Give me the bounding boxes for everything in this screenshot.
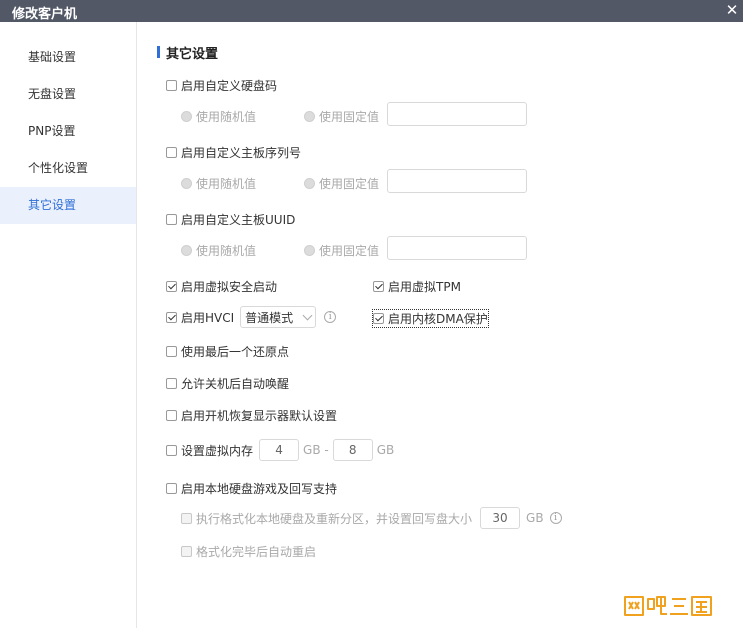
custom-board-uuid-checkbox[interactable]: [166, 214, 177, 225]
virtual-secure-boot-label: 启用虚拟安全启动: [181, 280, 278, 294]
board-serial-random-option[interactable]: 使用随机值: [181, 175, 256, 192]
reboot-after-format-option[interactable]: 格式化完毕后自动重启: [181, 543, 316, 560]
virtual-secure-boot-checkbox[interactable]: [166, 281, 177, 292]
restore-display-defaults-checkbox[interactable]: [166, 410, 177, 421]
settings-sidebar: 基础设置 无盘设置 PNP设置 个性化设置 其它设置: [0, 22, 137, 628]
radio-label: 使用固定值: [319, 177, 380, 191]
sidebar-item-personalization[interactable]: 个性化设置: [0, 150, 136, 187]
disk-code-random-option[interactable]: 使用随机值: [181, 108, 256, 125]
info-icon[interactable]: i: [549, 512, 562, 524]
info-icon[interactable]: i: [324, 311, 337, 323]
hvci-mode-select[interactable]: 普通模式: [240, 306, 317, 328]
custom-board-serial-checkbox[interactable]: [166, 147, 177, 158]
custom-disk-code-option[interactable]: 启用自定义硬盘码: [166, 77, 277, 94]
hvci-label: 启用HVCI: [181, 310, 235, 325]
format-local-disk-checkbox[interactable]: [181, 512, 192, 524]
radio-label: 使用随机值: [196, 244, 257, 258]
virtual-secure-boot-option[interactable]: 启用虚拟安全启动: [166, 278, 277, 295]
hvci-option[interactable]: 启用HVCI 普通模式 i: [166, 306, 337, 328]
custom-disk-code-checkbox[interactable]: [166, 80, 177, 91]
section-title: 其它设置: [166, 47, 219, 62]
radio-label: 使用固定值: [319, 244, 380, 258]
window-titlebar: 修改客户机 ✕: [0, 0, 743, 22]
disk-code-fixed-radio[interactable]: [304, 111, 315, 122]
radio-label: 使用随机值: [196, 177, 257, 191]
custom-board-uuid-option[interactable]: 启用自定义主板UUID: [166, 211, 295, 228]
sidebar-item-label: PNP设置: [28, 124, 76, 138]
virtual-tpm-label: 启用虚拟TPM: [388, 280, 461, 294]
reboot-after-format-checkbox[interactable]: [181, 546, 192, 557]
disk-code-random-radio[interactable]: [181, 111, 192, 122]
reboot-after-format-label: 格式化完毕后自动重启: [196, 545, 317, 559]
board-serial-fixed-radio[interactable]: [304, 178, 315, 189]
wake-after-shutdown-option[interactable]: 允许关机后自动唤醒: [166, 375, 289, 392]
kernel-dma-label: 启用内核DMA保护: [388, 312, 488, 326]
custom-board-serial-label: 启用自定义主板序列号: [181, 146, 302, 160]
custom-disk-code-label: 启用自定义硬盘码: [181, 79, 278, 93]
virtual-memory-min-unit: GB -: [303, 443, 329, 457]
virtual-memory-label: 设置虚拟内存: [181, 443, 254, 458]
virtual-tpm-option[interactable]: 启用虚拟TPM: [373, 278, 461, 295]
virtual-memory-max-unit: GB: [376, 443, 395, 457]
sidebar-item-label: 其它设置: [28, 198, 77, 212]
close-icon[interactable]: ✕: [723, 0, 741, 22]
sidebar-item-pnp[interactable]: PNP设置: [0, 113, 136, 150]
hvci-checkbox[interactable]: [166, 311, 177, 323]
sidebar-item-label: 个性化设置: [28, 161, 89, 175]
watermark-logo-graphic: [624, 596, 712, 616]
hvci-mode-value: 普通模式: [245, 310, 294, 325]
board-serial-fixed-input[interactable]: [387, 169, 527, 193]
local-disk-game-label: 启用本地硬盘游戏及回写支持: [181, 482, 338, 496]
board-serial-fixed-option[interactable]: 使用固定值: [304, 175, 379, 192]
board-uuid-fixed-option[interactable]: 使用固定值: [304, 242, 379, 259]
custom-board-serial-option[interactable]: 启用自定义主板序列号: [166, 144, 301, 161]
section-accent-bar: [157, 46, 160, 58]
virtual-memory-checkbox[interactable]: [166, 444, 177, 456]
disk-code-fixed-option[interactable]: 使用固定值: [304, 108, 379, 125]
restore-display-defaults-option[interactable]: 启用开机恢复显示器默认设置: [166, 407, 337, 424]
sidebar-item-diskless[interactable]: 无盘设置: [0, 76, 136, 113]
watermark-logo: [623, 594, 715, 621]
wake-after-shutdown-label: 允许关机后自动唤醒: [181, 377, 290, 391]
virtual-memory-option[interactable]: 设置虚拟内存 4 GB - 8 GB: [166, 439, 394, 461]
virtual-tpm-checkbox[interactable]: [373, 281, 384, 292]
board-uuid-fixed-radio[interactable]: [304, 245, 315, 256]
virtual-memory-min-input[interactable]: 4: [259, 439, 300, 461]
disk-code-fixed-input[interactable]: [387, 102, 527, 126]
sidebar-item-other[interactable]: 其它设置: [0, 187, 136, 224]
board-uuid-fixed-input[interactable]: [387, 236, 527, 260]
sidebar-item-label: 无盘设置: [28, 87, 77, 101]
board-serial-random-radio[interactable]: [181, 178, 192, 189]
restore-display-defaults-label: 启用开机恢复显示器默认设置: [181, 409, 338, 423]
kernel-dma-checkbox[interactable]: [373, 313, 384, 324]
board-uuid-random-option[interactable]: 使用随机值: [181, 242, 256, 259]
writeback-size-unit: GB: [526, 511, 544, 525]
radio-label: 使用固定值: [319, 110, 380, 124]
format-local-disk-label: 执行格式化本地硬盘及重新分区，并设置回写盘大小: [196, 511, 473, 526]
custom-board-uuid-label: 启用自定义主板UUID: [181, 213, 296, 227]
board-uuid-random-radio[interactable]: [181, 245, 192, 256]
chevron-down-icon: [302, 310, 313, 321]
format-local-disk-option[interactable]: 执行格式化本地硬盘及重新分区，并设置回写盘大小 30 GB i: [181, 507, 562, 529]
window-title: 修改客户机: [12, 7, 78, 22]
kernel-dma-option[interactable]: 启用内核DMA保护: [372, 309, 489, 328]
sidebar-item-label: 基础设置: [28, 50, 77, 64]
last-restore-point-label: 使用最后一个还原点: [181, 345, 290, 359]
virtual-memory-max-input[interactable]: 8: [332, 439, 373, 461]
sidebar-item-basic[interactable]: 基础设置: [0, 39, 136, 76]
writeback-size-input[interactable]: 30: [480, 507, 521, 529]
last-restore-point-checkbox[interactable]: [166, 346, 177, 357]
radio-label: 使用随机值: [196, 110, 257, 124]
wake-after-shutdown-checkbox[interactable]: [166, 378, 177, 389]
last-restore-point-option[interactable]: 使用最后一个还原点: [166, 343, 289, 360]
local-disk-game-checkbox[interactable]: [166, 483, 177, 494]
local-disk-game-option[interactable]: 启用本地硬盘游戏及回写支持: [166, 480, 337, 497]
